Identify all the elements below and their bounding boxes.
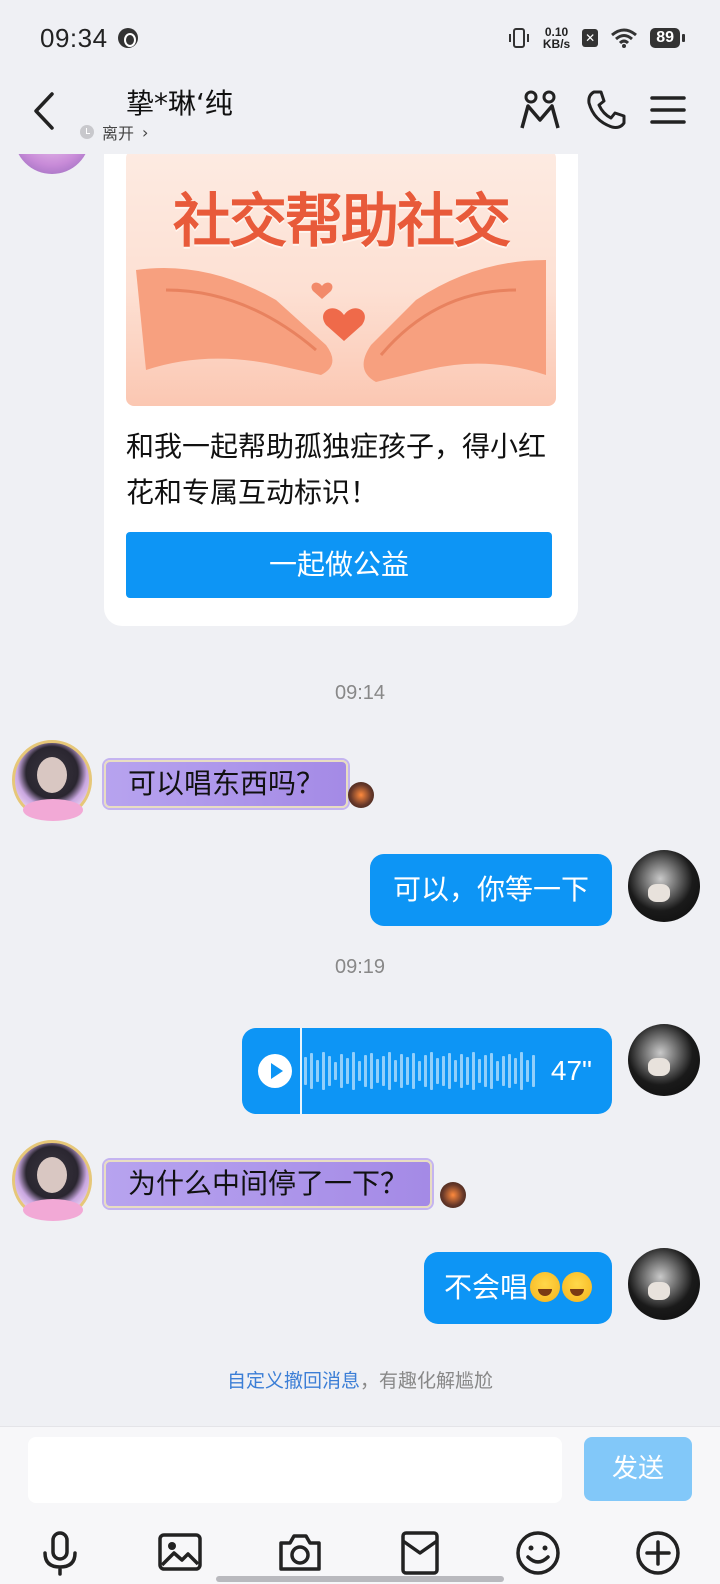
sweat-smile-emoji-icon — [530, 1272, 560, 1302]
hands-illustration — [136, 260, 546, 382]
vibrate-icon — [508, 28, 529, 48]
recall-hint-text: ，有趣化解尴尬 — [360, 1370, 494, 1392]
home-indicator[interactable] — [216, 1576, 504, 1582]
clock-icon — [80, 125, 94, 139]
phone-icon[interactable] — [584, 88, 628, 132]
notification-icon — [117, 28, 138, 48]
voice-duration: 47" — [550, 1055, 592, 1086]
chat-header: 挚*琳‘纯 离开 › — [0, 76, 720, 154]
bubble-decoration-icon — [348, 782, 374, 808]
play-icon[interactable] — [258, 1054, 292, 1088]
chat-title[interactable]: 挚*琳‘纯 — [126, 82, 233, 122]
red-packet-icon[interactable] — [396, 1529, 444, 1577]
charity-join-button[interactable]: 一起做公益 — [126, 532, 552, 598]
image-icon[interactable] — [156, 1529, 204, 1577]
message-bubble-sent[interactable]: 不会唱 — [424, 1252, 612, 1324]
timestamp: 09:19 — [334, 956, 386, 978]
chevron-right-icon: › — [142, 122, 149, 142]
charity-card[interactable]: 社交帮助社交 和我一起帮助孤独症孩子，得小红花和专属互动标识！ 一起做公益 — [104, 100, 578, 626]
contact-avatar[interactable] — [12, 740, 92, 821]
battery-indicator: 89 — [650, 28, 685, 48]
card-message: 和我一起帮助孤独症孩子，得小红花和专属互动标识！ — [126, 430, 547, 509]
chevron-left-icon[interactable] — [22, 86, 66, 136]
voice-message[interactable]: 47" — [242, 1028, 612, 1114]
message-bubble-received[interactable]: 为什么中间停了一下？ — [104, 1160, 433, 1208]
net-speed: 0.10 KB/s — [543, 26, 570, 50]
custom-recall-link[interactable]: 自定义撤回消息 — [227, 1370, 360, 1392]
wifi-icon — [611, 28, 638, 48]
charity-banner: 社交帮助社交 — [126, 150, 556, 406]
timestamp: 09:14 — [334, 682, 386, 704]
no-sim-icon: ✕ — [582, 29, 599, 47]
voice-waveform — [304, 1050, 540, 1092]
status-time: 09:34 — [40, 22, 108, 53]
chat-area[interactable]: 社交帮助社交 和我一起帮助孤独症孩子，得小红花和专属互动标识！ 一起做公益 09… — [0, 0, 720, 1420]
presence-status[interactable]: 离开 › — [80, 120, 148, 144]
emoji-icon[interactable] — [514, 1529, 562, 1577]
my-avatar[interactable] — [628, 1024, 700, 1096]
message-input[interactable] — [28, 1437, 562, 1503]
presence-label: 离开 — [102, 124, 135, 143]
message-bubble-received[interactable]: 可以唱东西吗？ — [104, 760, 349, 808]
microphone-icon[interactable] — [36, 1529, 84, 1577]
camera-icon[interactable] — [276, 1529, 324, 1577]
recall-hint: 自定义撤回消息，有趣化解尴尬 — [0, 1366, 720, 1393]
voice-progress-line — [300, 1028, 302, 1114]
send-button[interactable]: 发送 — [584, 1437, 692, 1501]
net-speed-unit: KB/s — [542, 37, 571, 51]
status-bar: 09:34 0.10 KB/s ✕ 89 — [0, 0, 720, 76]
my-avatar[interactable] — [628, 1248, 700, 1320]
my-avatar[interactable] — [628, 850, 700, 922]
message-bubble-sent[interactable]: 可以，你等一下 — [370, 854, 612, 926]
contact-avatar[interactable] — [12, 1140, 92, 1221]
bubble-decoration-icon — [440, 1182, 466, 1208]
input-bar: 发送 — [0, 1426, 720, 1584]
people-icon[interactable] — [518, 88, 562, 132]
message-text: 不会唱 — [443, 1271, 528, 1304]
plus-circle-icon[interactable] — [634, 1529, 682, 1577]
menu-icon[interactable] — [646, 88, 690, 132]
sweat-smile-emoji-icon — [562, 1272, 592, 1302]
